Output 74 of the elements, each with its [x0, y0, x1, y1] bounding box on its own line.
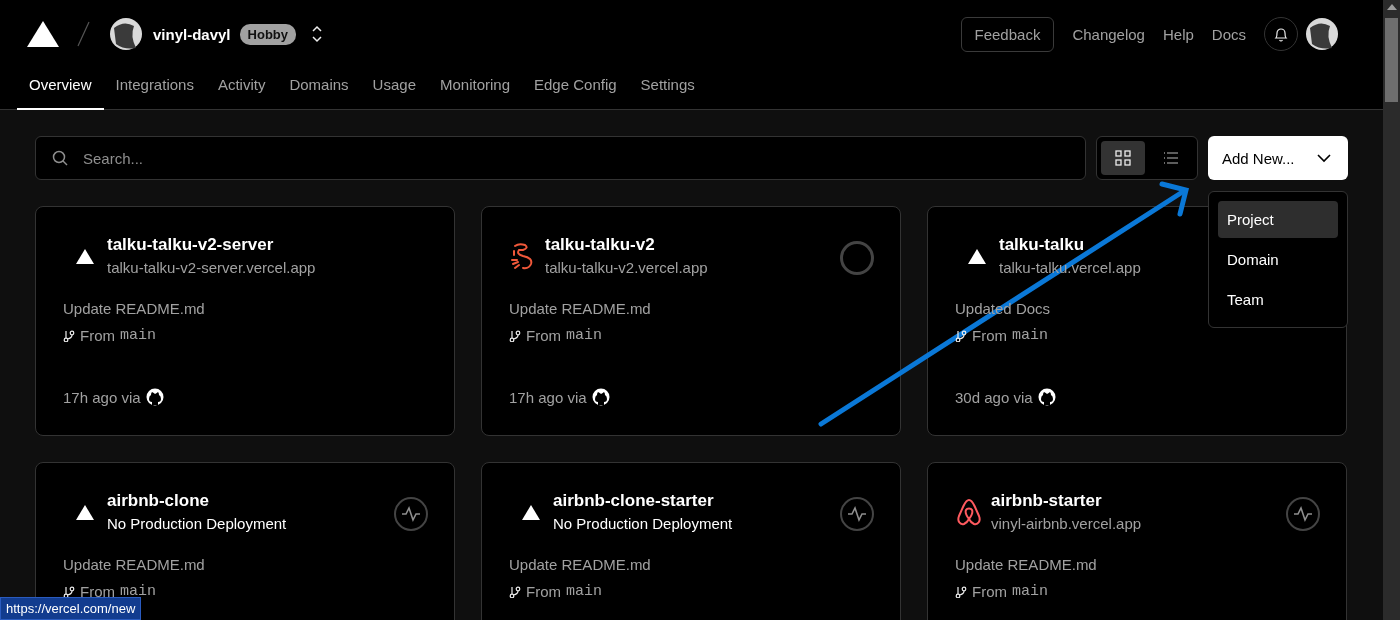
avatar-icon[interactable]	[110, 18, 142, 50]
git-branch-icon	[509, 585, 521, 598]
nav-tab[interactable]: Integrations	[103, 68, 206, 110]
nav-tab[interactable]: Domains	[277, 68, 361, 110]
deployment-status-text: No Production Deployment	[553, 515, 734, 532]
grid-view-button[interactable]	[1101, 141, 1145, 175]
branch-label: From	[972, 327, 1007, 344]
bell-icon	[1273, 26, 1289, 42]
plan-badge: Hobby	[239, 23, 296, 45]
project-name[interactable]: airbnb-clone	[107, 491, 428, 511]
nav-link[interactable]: Changelog	[1072, 25, 1145, 43]
project-url[interactable]: talku-talku-v2-server.vercel.app	[107, 259, 428, 276]
commit-message: Update README.md	[63, 300, 206, 317]
project-name[interactable]: airbnb-starter	[991, 491, 1320, 511]
project-name[interactable]: talku-talku-v2-server	[107, 235, 428, 255]
nav-tab[interactable]: Activity	[205, 68, 278, 110]
menu-item[interactable]: Project	[1218, 201, 1338, 238]
slash-divider-icon	[77, 21, 90, 47]
team-name[interactable]: vinyl-davyl	[153, 25, 231, 43]
commit-message: Update README.md	[63, 556, 206, 573]
grid-icon	[1115, 150, 1131, 166]
branch-label: From	[80, 327, 115, 344]
nav-tab[interactable]: Monitoring	[427, 68, 522, 110]
chevron-down-icon	[1317, 153, 1331, 163]
list-icon	[1163, 150, 1179, 166]
branch-label: From	[526, 327, 561, 344]
scrollbar-thumb[interactable]	[1385, 18, 1398, 102]
nav-link[interactable]: Docs	[1211, 25, 1246, 43]
avatar-icon[interactable]	[1306, 18, 1338, 50]
project-card[interactable]: talku-talku-v2 talku-talku-v2.vercel.app Update README.md From main 17h ago via	[481, 206, 901, 436]
search-field[interactable]: Search...	[35, 136, 1086, 180]
commit-message: Update README.md	[509, 300, 652, 317]
git-branch-icon	[955, 329, 967, 342]
github-icon	[1037, 388, 1056, 406]
search-icon	[52, 150, 68, 166]
project-url[interactable]: vinyl-airbnb.vercel.app	[991, 515, 1320, 532]
git-branch-icon	[955, 585, 967, 598]
project-name[interactable]: talku-talku-v2	[545, 235, 874, 255]
github-icon	[145, 388, 164, 406]
git-branch-icon	[63, 329, 75, 342]
branch-name: main	[566, 583, 602, 600]
deploy-time: 30d ago via	[955, 388, 1033, 406]
branch-label: From	[526, 583, 561, 600]
nav-tab[interactable]: Edge Config	[522, 68, 629, 110]
nav-tab[interactable]: Usage	[360, 68, 428, 110]
chevron-up-down-icon[interactable]	[311, 25, 323, 43]
project-card[interactable]: talku-talku-v2-server talku-talku-v2-server.vercel.app Update README.md From main 17h ago via	[35, 206, 455, 436]
commit-message: Update README.md	[955, 556, 1098, 573]
github-icon	[591, 388, 610, 406]
menu-item[interactable]: Domain	[1218, 241, 1338, 278]
branch-name: main	[1012, 327, 1048, 344]
branch-name: main	[566, 327, 602, 344]
git-branch-icon	[509, 329, 521, 342]
deployment-status-text: No Production Deployment	[107, 515, 288, 532]
deploy-time: 17h ago via	[63, 388, 141, 406]
project-card[interactable]: airbnb-clone-starter No Production Deployment Update README.md From main	[481, 462, 901, 620]
branch-name: main	[120, 327, 156, 344]
nav-tab[interactable]: Settings	[628, 68, 707, 110]
project-card[interactable]: airbnb-starter vinyl-airbnb.vercel.app Update README.md From main	[927, 462, 1347, 620]
deploy-time: 17h ago via	[509, 388, 587, 406]
add-new-button[interactable]: Add New...	[1208, 136, 1348, 180]
status-bar-url: https://vercel.com/new	[0, 597, 142, 620]
branch-label: From	[972, 583, 1007, 600]
branch-label: From	[80, 583, 115, 600]
commit-message: Update README.md	[509, 556, 652, 573]
menu-item[interactable]: Team	[1218, 281, 1338, 318]
vercel-logo-icon[interactable]	[27, 21, 59, 47]
branch-name: main	[120, 583, 156, 600]
nav-link[interactable]: Help	[1162, 25, 1194, 43]
branch-name: main	[1012, 583, 1048, 600]
git-branch-icon	[63, 585, 75, 598]
feedback-button[interactable]: Feedback	[960, 16, 1055, 52]
project-url[interactable]: talku-talku-v2.vercel.app	[545, 259, 874, 276]
project-name[interactable]: airbnb-clone-starter	[553, 491, 874, 511]
